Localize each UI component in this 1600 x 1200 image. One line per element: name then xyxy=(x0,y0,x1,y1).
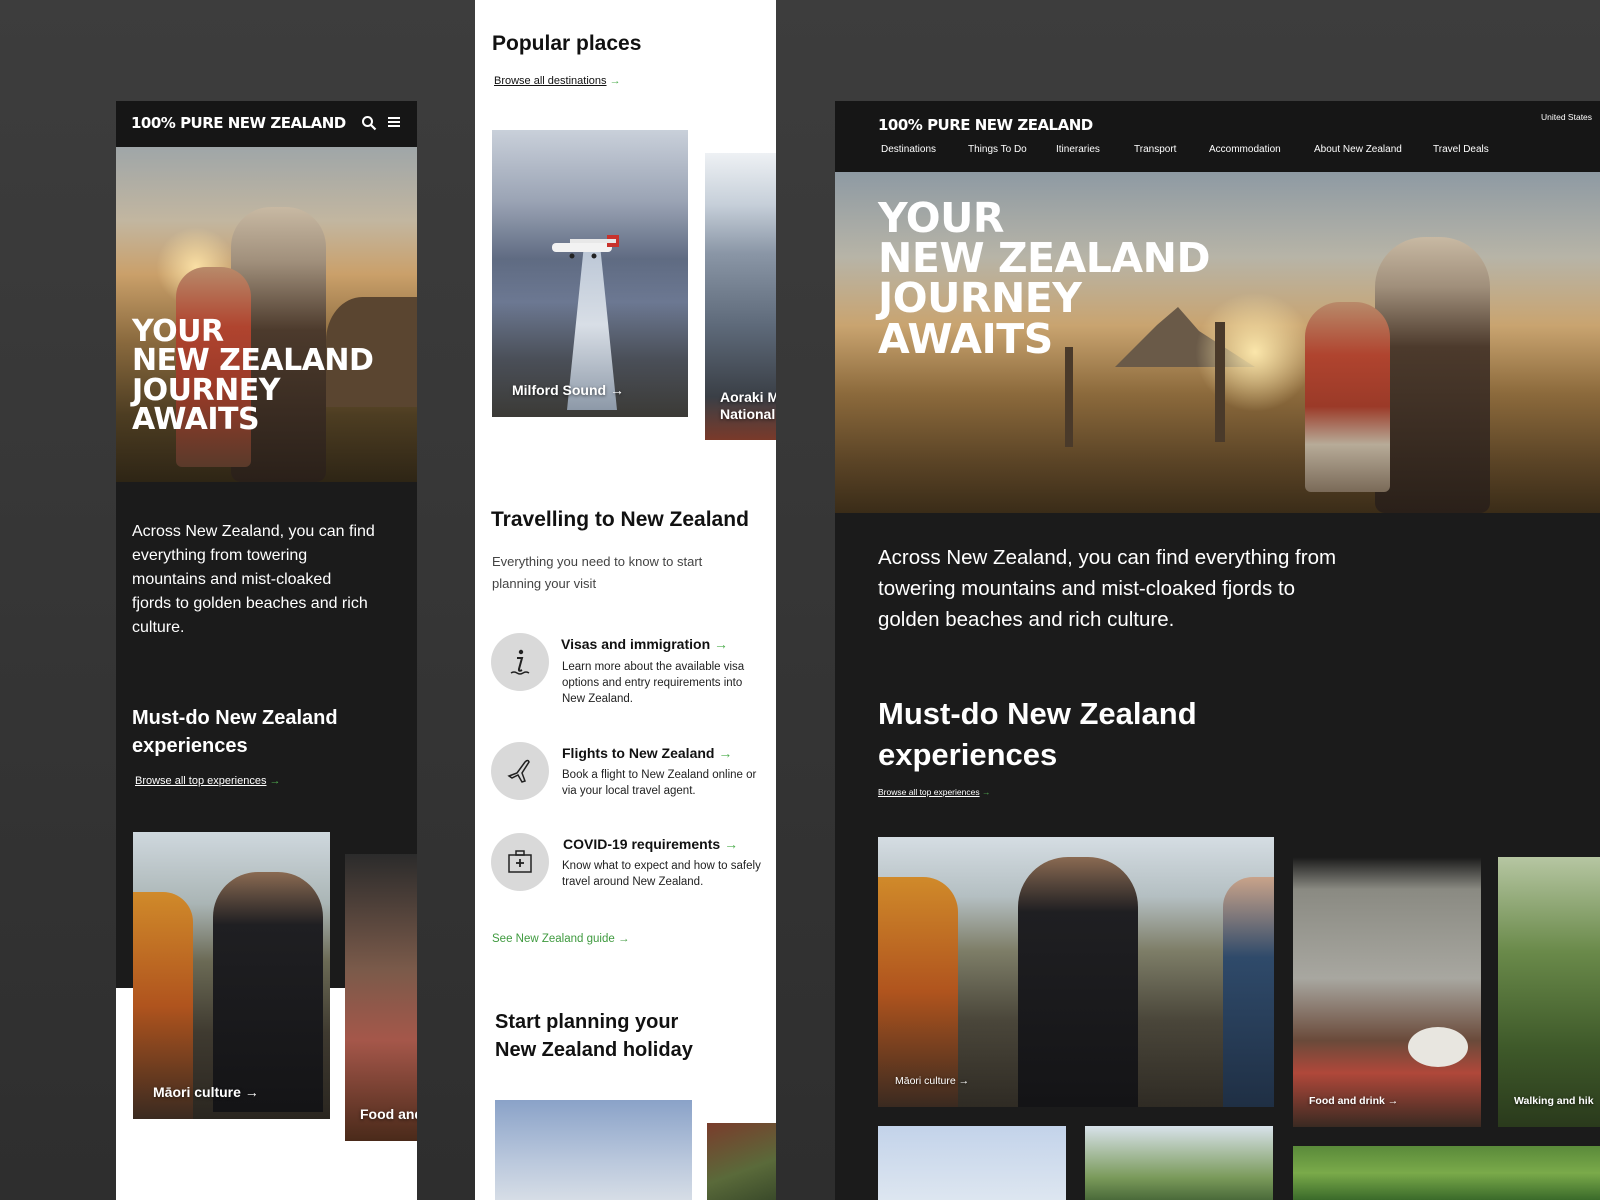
destination-card[interactable]: Aoraki M National xyxy=(705,153,776,440)
card-label: Aoraki M xyxy=(720,389,776,405)
nav-travel-deals[interactable]: Travel Deals xyxy=(1433,144,1489,155)
experience-card[interactable]: Māori culture → xyxy=(133,832,330,1119)
browse-experiences-link[interactable]: Browse all top experiences → xyxy=(135,775,281,787)
experience-card[interactable] xyxy=(878,1126,1066,1200)
search-icon[interactable] xyxy=(361,115,377,131)
arrow-right-icon: → xyxy=(718,745,733,761)
experience-card[interactable]: Māori culture → xyxy=(878,837,1274,1107)
mobile-frame: 100% PURE NEW ZEALAND Your New Zealand J… xyxy=(116,101,417,1200)
arrow-right-icon: → xyxy=(1387,1095,1399,1107)
arrow-right-icon: → xyxy=(244,1084,259,1100)
nav-itineraries[interactable]: Itineraries xyxy=(1056,144,1100,155)
person-child xyxy=(1305,302,1390,492)
desktop-frame: 100% PURE NEW ZEALAND United States Dest… xyxy=(835,101,1600,1200)
card-label: Milford Sound xyxy=(512,382,607,398)
nav-transport[interactable]: Transport xyxy=(1134,144,1176,155)
guide-link[interactable]: See New Zealand guide → xyxy=(492,933,629,945)
logo[interactable]: 100% PURE NEW ZEALAND xyxy=(878,116,1093,134)
section-title: Must-do New Zealand experiences xyxy=(132,707,338,757)
browse-destinations-link[interactable]: Browse all destinations → xyxy=(494,75,621,87)
flights-description: Book a flight to New Zealand online or v… xyxy=(562,769,757,797)
plane-icon xyxy=(491,742,549,800)
popular-places-title: Popular places xyxy=(492,32,642,55)
arrow-right-icon: → xyxy=(714,636,729,652)
hero-title: Your New Zealand Journey Awaits xyxy=(132,314,374,438)
arrow-right-icon: → xyxy=(958,1075,970,1087)
hero-image: Your New Zealand Journey Awaits xyxy=(835,172,1600,513)
travelling-subtitle: Everything you need to know to start pla… xyxy=(492,554,703,591)
hero-image: Your New Zealand Journey Awaits xyxy=(116,147,417,482)
destination-card[interactable]: Milford Sound → xyxy=(492,130,688,417)
visas-link[interactable]: Visas and immigration → xyxy=(561,636,728,652)
arrow-right-icon: → xyxy=(981,787,991,797)
card-label: Māori culture xyxy=(895,1075,956,1087)
visas-description: Learn more about the available visa opti… xyxy=(562,661,745,705)
first-aid-kit-icon xyxy=(491,833,549,891)
card-label: Food and xyxy=(360,1106,417,1122)
card-label: Māori culture xyxy=(153,1084,241,1100)
nav-destinations[interactable]: Destinations xyxy=(881,144,936,155)
arrow-right-icon: → xyxy=(617,933,630,945)
card-label: National xyxy=(720,406,776,422)
nav-things-to-do[interactable]: Things To Do xyxy=(968,144,1027,155)
arrow-right-icon: → xyxy=(724,836,739,852)
mobile-content-frame: Popular places Browse all destinations →… xyxy=(475,0,776,1200)
planning-card[interactable] xyxy=(495,1100,692,1200)
card-label: Walking and hik xyxy=(1514,1095,1594,1107)
intro-text: Across New Zealand, you can find everyth… xyxy=(878,546,1337,631)
arrow-right-icon: → xyxy=(269,775,281,787)
arrow-right-icon: → xyxy=(609,75,621,87)
experience-card[interactable] xyxy=(1085,1126,1273,1200)
flights-link[interactable]: Flights to New Zealand → xyxy=(562,745,732,761)
arrow-right-icon: → xyxy=(609,382,624,398)
nav-about[interactable]: About New Zealand xyxy=(1314,144,1402,155)
planning-card[interactable] xyxy=(707,1123,776,1200)
plane-image xyxy=(552,235,619,259)
hero-title: Your New Zealand Journey Awaits xyxy=(878,194,1211,363)
intro-text: Across New Zealand, you can find everyth… xyxy=(132,523,375,636)
card-label: Food and drink xyxy=(1309,1095,1385,1107)
region-selector[interactable]: United States xyxy=(1541,112,1592,122)
travelling-title: Travelling to New Zealand xyxy=(491,508,749,531)
nav-accommodation[interactable]: Accommodation xyxy=(1209,144,1281,155)
experience-card[interactable]: Walking and hik xyxy=(1498,857,1600,1127)
planning-title: Start planning your New Zealand holiday xyxy=(495,1011,693,1061)
experience-card[interactable]: Food and drink → xyxy=(1293,857,1481,1127)
desktop-header: 100% PURE NEW ZEALAND United States Dest… xyxy=(835,101,1600,172)
person-adult xyxy=(1375,237,1490,513)
logo[interactable]: 100% PURE NEW ZEALAND xyxy=(131,114,346,132)
covid-description: Know what to expect and how to safely tr… xyxy=(562,860,761,888)
mobile-header: 100% PURE NEW ZEALAND xyxy=(116,101,417,147)
browse-experiences-link[interactable]: Browse all top experiences → xyxy=(878,787,990,797)
info-icon xyxy=(491,633,549,691)
experience-card[interactable] xyxy=(1293,1146,1600,1200)
section-title: Must-do New Zealand experiences xyxy=(878,696,1197,772)
experience-card[interactable]: Food and xyxy=(345,854,417,1141)
covid-link[interactable]: COVID-19 requirements → xyxy=(563,836,738,852)
menu-icon[interactable] xyxy=(387,115,401,129)
